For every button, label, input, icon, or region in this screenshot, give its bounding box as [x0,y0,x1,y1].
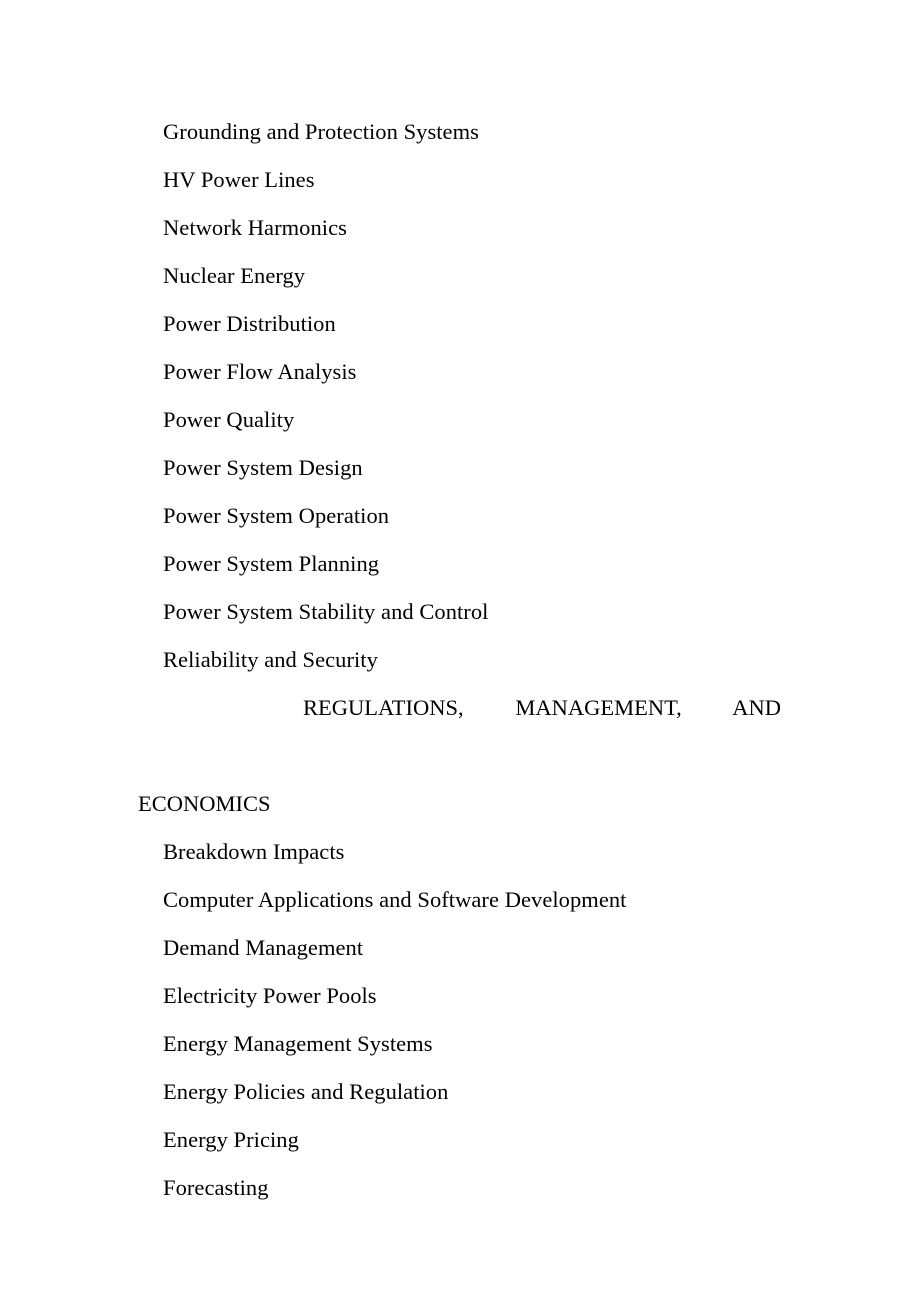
topic-list-power-systems: Grounding and Protection Systems HV Powe… [138,108,781,684]
list-item: Power System Operation [163,503,390,528]
list-item: Electricity Power Pools [163,983,377,1008]
list-item: Reliability and Security [163,647,378,672]
section-heading: REGULATIONS, MANAGEMENT, AND ECONOMICS [138,684,781,828]
section-heading-word: REGULATIONS, [303,695,464,720]
list-item: Energy Policies and Regulation [163,1079,449,1104]
list-item: Power Flow Analysis [163,359,357,384]
section-heading-word: MANAGEMENT, [515,695,682,720]
list-item: Nuclear Energy [163,263,306,288]
list-item: Power Quality [163,407,295,432]
topic-list-regulations-management-economics: Breakdown Impacts Computer Applications … [138,828,781,1212]
document-page: Grounding and Protection Systems HV Powe… [0,0,920,1302]
list-item: Power Distribution [163,311,336,336]
list-item: Demand Management [163,935,364,960]
page-content: Grounding and Protection Systems HV Powe… [138,108,781,1212]
list-item: Power System Planning [163,551,380,576]
section-heading-line-2: ECONOMICS [138,791,271,816]
list-item: HV Power Lines [163,167,315,192]
section-heading-line-1: REGULATIONS, MANAGEMENT, AND [138,684,781,780]
list-item: Forecasting [163,1175,269,1200]
list-item: Breakdown Impacts [163,839,345,864]
list-item: Grounding and Protection Systems [163,119,479,144]
list-item: Computer Applications and Software Devel… [163,887,627,912]
list-item: Network Harmonics [163,215,347,240]
list-item: Power System Stability and Control [163,599,489,624]
list-item: Power System Design [163,455,363,480]
list-item: Energy Management Systems [163,1031,433,1056]
list-item: Energy Pricing [163,1127,299,1152]
section-heading-word: AND [732,695,781,720]
